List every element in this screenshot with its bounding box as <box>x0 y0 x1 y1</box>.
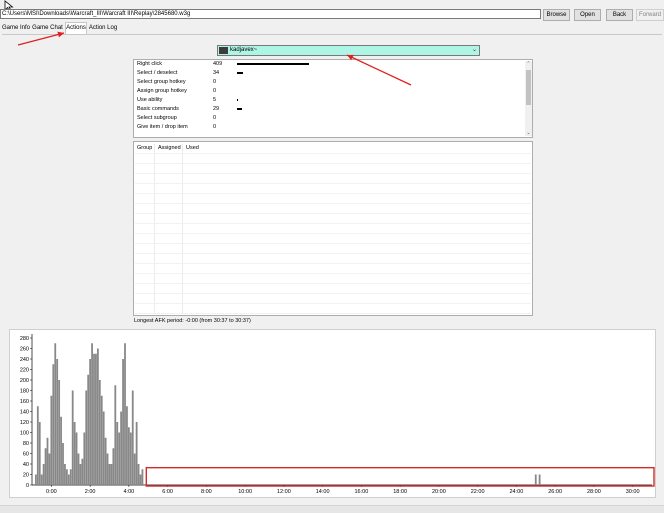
annotation-arrow-tab <box>17 31 65 46</box>
annotation-overlay <box>17 31 412 86</box>
annotation-arrow-player <box>346 54 412 86</box>
